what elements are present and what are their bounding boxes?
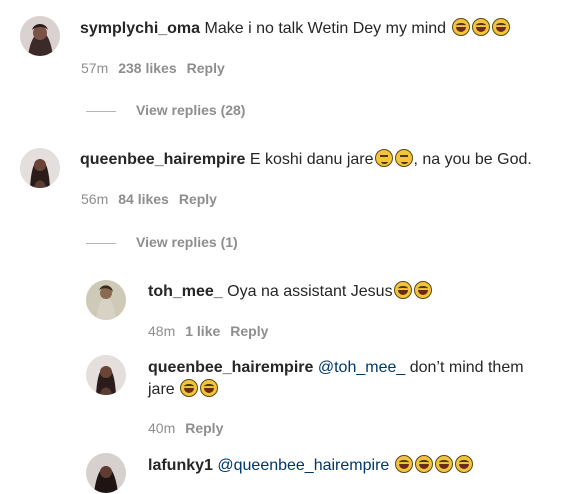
comment-text: jare <box>148 381 175 398</box>
comment-meta: 48m 1 like Reply <box>148 322 268 340</box>
smirk-icon <box>394 149 413 167</box>
laughing-tears-icon <box>434 455 453 473</box>
avatar[interactable] <box>86 280 126 320</box>
comment-text-line: jare <box>148 379 219 401</box>
username[interactable]: toh_mee_ <box>148 283 223 300</box>
laughing-tears-icon <box>394 455 413 473</box>
comment-text-line: queenbee_hairempire @toh_mee_ don’t mind… <box>148 357 524 379</box>
comment-text: don’t mind them <box>409 359 524 376</box>
comment-text-line: lafunky1 @queenbee_hairempire <box>148 455 474 477</box>
view-replies-button[interactable]: View replies (1) <box>86 233 238 251</box>
reply-button[interactable]: Reply <box>230 323 268 339</box>
avatar[interactable] <box>20 148 60 188</box>
laughing-tears-icon <box>414 455 433 473</box>
reply-button[interactable]: Reply <box>187 60 225 76</box>
laughing-tears-icon <box>413 281 432 299</box>
comment-text: E koshi danu jare <box>249 151 374 168</box>
reply-button[interactable]: Reply <box>185 420 223 436</box>
likes-count[interactable]: 84 likes <box>118 191 169 207</box>
comment-text: Oya na assistant Jesus <box>227 283 393 300</box>
laughing-tears-icon <box>180 379 199 397</box>
mention-link[interactable]: @toh_mee_ <box>318 359 405 376</box>
laughing-tears-icon <box>491 18 510 36</box>
username[interactable]: symplychi_oma <box>80 20 200 37</box>
likes-count[interactable]: 1 like <box>185 323 220 339</box>
view-replies-label: View replies (28) <box>136 102 246 118</box>
avatar[interactable] <box>86 355 126 395</box>
divider <box>86 110 116 112</box>
comment-text: , na you be God. <box>413 151 532 168</box>
smirk-icon <box>374 149 393 167</box>
laughing-tears-icon <box>200 379 219 397</box>
divider <box>86 242 116 244</box>
laughing-tears-icon <box>471 18 490 36</box>
avatar[interactable] <box>86 453 126 493</box>
username[interactable]: lafunky1 <box>148 457 213 474</box>
comment-text: Make i no talk Wetin Dey my mind <box>204 20 447 37</box>
comment-meta: 40m Reply <box>148 419 223 437</box>
timestamp: 48m <box>148 323 176 339</box>
laughing-tears-icon <box>451 18 470 36</box>
view-replies-label: View replies (1) <box>136 234 238 250</box>
laughing-tears-icon <box>454 455 473 473</box>
view-replies-button[interactable]: View replies (28) <box>86 101 245 119</box>
comment-text-line: toh_mee_ Oya na assistant Jesus <box>148 281 433 303</box>
timestamp: 56m <box>81 191 109 207</box>
comment-meta: 56m 84 likes Reply <box>81 190 217 208</box>
reply-button[interactable]: Reply <box>179 191 217 207</box>
mention-link[interactable]: @queenbee_hairempire <box>217 457 389 474</box>
comment-meta: 57m 238 likes Reply <box>81 59 225 77</box>
comment-text-line: symplychi_oma Make i no talk Wetin Dey m… <box>80 18 511 40</box>
timestamp: 40m <box>148 420 176 436</box>
username[interactable]: queenbee_hairempire <box>80 151 245 168</box>
timestamp: 57m <box>81 60 109 76</box>
laughing-tears-icon <box>393 281 412 299</box>
username[interactable]: queenbee_hairempire <box>148 359 313 376</box>
likes-count[interactable]: 238 likes <box>118 60 176 76</box>
avatar[interactable] <box>20 16 60 56</box>
comment-text-line: queenbee_hairempire E koshi danu jare , n… <box>80 149 532 171</box>
